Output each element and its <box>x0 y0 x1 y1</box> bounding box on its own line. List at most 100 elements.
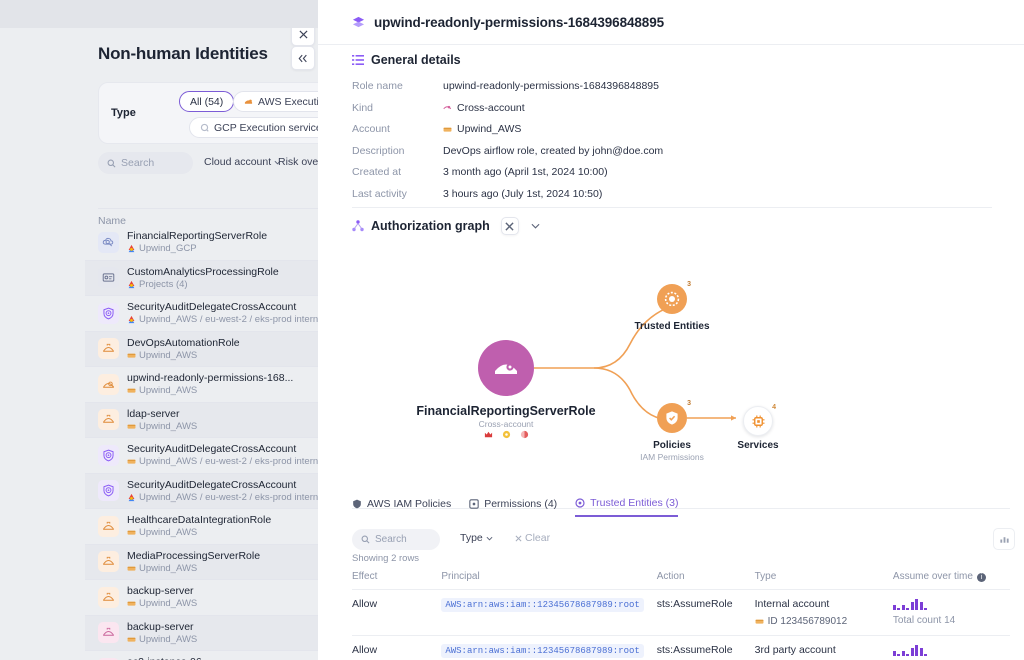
list-item-name: ec2-instance-06 <box>127 656 202 660</box>
search-input[interactable]: Search <box>98 152 193 174</box>
graph-policies-sub: IAM Permissions <box>602 452 742 462</box>
general-detail-key: Account <box>352 123 390 135</box>
panel-title: Non-human Identities <box>98 44 268 64</box>
list-item[interactable]: SecurityAuditDelegateCrossAccountUpwind_… <box>85 474 318 510</box>
spark-bar <box>915 645 918 656</box>
list-item[interactable]: FinancialReportingServerRoleUpwind_GCP <box>85 225 318 261</box>
list-item[interactable]: HealthcareDataIntegrationRoleUpwind_AWS <box>85 509 318 545</box>
list-item[interactable]: MediaProcessingServerRoleUpwind_AWS <box>85 545 318 581</box>
assume-sparkline <box>893 598 1010 610</box>
col-principal: Principal <box>441 567 656 590</box>
graph-services-label: Services <box>698 440 818 451</box>
cell-assume-over-time: Total count 14 <box>893 636 1010 660</box>
spark-bar <box>897 608 900 610</box>
tab-trusted-entities[interactable]: Trusted Entities (3) <box>575 497 678 517</box>
list-item-name: SecurityAuditDelegateCrossAccount <box>127 443 318 455</box>
authorization-graph-heading: Authorization graph <box>352 217 540 235</box>
list-item[interactable]: SecurityAuditDelegateCrossAccountUpwind_… <box>85 438 318 474</box>
general-detail-value: Upwind_AWS <box>443 123 521 135</box>
table-type-filter[interactable]: Type <box>460 532 493 544</box>
list-icon <box>352 54 364 66</box>
list-item-subtitle: Upwind_AWS / eu-west-2 / eks-prod intern <box>127 456 318 467</box>
list-item-subtitle: Upwind_AWS <box>127 350 240 361</box>
cloud-account-filter[interactable]: Cloud account <box>204 156 281 168</box>
graph-node-trusted-entities-count: 3 <box>687 281 691 288</box>
general-detail-value: DevOps airflow role, created by john@doe… <box>443 145 663 157</box>
warning-dot-icon <box>502 430 511 439</box>
list-item-subtitle: Upwind_AWS <box>127 563 260 574</box>
list-item[interactable]: SecurityAuditDelegateCrossAccountUpwind_… <box>85 296 318 332</box>
table-row[interactable]: AllowAWS:arn:aws:iam::12345678687989:roo… <box>352 636 1010 660</box>
collapse-button[interactable] <box>291 46 315 70</box>
principal-arn[interactable]: AWS:arn:aws:iam::12345678687989:root <box>441 598 643 612</box>
graph-trusted-entities-label: Trusted Entities <box>602 321 742 332</box>
search-placeholder: Search <box>121 157 154 169</box>
list-item[interactable]: CustomAnalyticsProcessingRoleProjects (4… <box>85 261 318 297</box>
general-detail-value: 3 hours ago (July 1st, 2024 10:50) <box>443 188 602 200</box>
tab-aws-iam-policies[interactable]: AWS IAM Policies <box>352 498 451 516</box>
hardhat-icon <box>98 409 119 430</box>
list-item[interactable]: DevOpsAutomationRoleUpwind_AWS <box>85 332 318 368</box>
aws-icon <box>127 528 136 537</box>
general-details-label: General details <box>371 53 461 67</box>
app-root: Non-human Identities Type All (54) AWS E… <box>0 0 1024 660</box>
table-showing-rows: Showing 2 rows <box>352 553 419 564</box>
spark-bar <box>893 651 896 656</box>
list-item-subtitle: Upwind_AWS <box>127 527 271 538</box>
hardhat-key-icon <box>98 374 119 395</box>
graph-node-services[interactable]: 4 <box>743 406 773 436</box>
list-item[interactable]: backup-serverUpwind_AWS <box>85 580 318 616</box>
table-row[interactable]: AllowAWS:arn:aws:iam::12345678687989:roo… <box>352 590 1010 636</box>
graph-node-policies[interactable]: 3 <box>657 403 687 433</box>
list-item[interactable]: ec2-instance-06Upwind_AWS <box>85 651 318 660</box>
shield-badge-icon <box>98 303 119 324</box>
principal-arn[interactable]: AWS:arn:aws:iam::12345678687989:root <box>441 644 643 658</box>
type-sub: ID 123456789012 <box>755 616 893 627</box>
filter-chip-all[interactable]: All (54) <box>179 91 234 112</box>
gear-check-icon <box>664 291 680 307</box>
general-detail-value: 3 month ago (April 1st, 2024 10:00) <box>443 166 608 178</box>
list-item-name: ldap-server <box>127 408 197 420</box>
info-icon[interactable]: i <box>977 573 986 582</box>
shield-icon <box>352 499 362 509</box>
table-export-button[interactable] <box>993 528 1015 550</box>
filter-chip-aws-execution-role[interactable]: AWS Execution role <box>233 91 318 112</box>
tab-permissions[interactable]: Permissions (4) <box>469 498 557 516</box>
graph-node-trusted-entities[interactable]: 3 <box>657 284 687 314</box>
risk-overview-filter[interactable]: Risk overview <box>278 156 318 168</box>
list-item-subtitle: Projects (4) <box>127 279 279 290</box>
cell-action: sts:AssumeRole <box>657 636 755 660</box>
general-detail-row: DescriptionDevOps airflow role, created … <box>352 145 972 161</box>
graph-main-node-label: FinancialReportingServerRole <box>371 404 641 418</box>
crown-icon <box>484 430 493 439</box>
hardhat-icon <box>98 516 119 537</box>
spark-bar <box>924 608 927 610</box>
list-item-name: MediaProcessingServerRole <box>127 550 260 562</box>
general-detail-value: upwind-readonly-permissions-168439684889… <box>443 80 659 92</box>
close-icon <box>299 30 308 39</box>
detail-tabs: AWS IAM Policies Permissions (4) Trusted… <box>352 497 678 517</box>
spark-bar <box>893 605 896 610</box>
expand-graph-button[interactable] <box>501 217 519 235</box>
cloud-account-label: Cloud account <box>204 156 271 168</box>
spark-bar <box>906 608 909 610</box>
list-item[interactable]: ldap-serverUpwind_AWS <box>85 403 318 439</box>
list-item[interactable]: upwind-readonly-permissions-168...Upwind… <box>85 367 318 403</box>
close-button[interactable] <box>291 28 315 46</box>
list-item[interactable]: backup-serverUpwind_AWS <box>85 616 318 652</box>
cell-principal[interactable]: AWS:arn:aws:iam::12345678687989:root <box>441 590 656 636</box>
table-clear-filters[interactable]: Clear <box>515 532 550 544</box>
authorization-graph-canvas: 3 3 4 FinancialReportingServerRole Cross… <box>318 248 1024 488</box>
authorization-graph-label: Authorization graph <box>371 219 490 233</box>
tab-trusted-entities-label: Trusted Entities (3) <box>590 497 678 509</box>
col-type: Type <box>755 567 893 590</box>
cell-principal[interactable]: AWS:arn:aws:iam::12345678687989:root <box>441 636 656 660</box>
spark-bar <box>911 602 914 610</box>
key-square-icon <box>469 499 479 509</box>
filter-chip-gcp-execution-service-account[interactable]: GCP Execution service account ( <box>189 117 318 138</box>
graph-collapse-toggle[interactable] <box>531 223 540 229</box>
aws-role-icon <box>244 97 253 106</box>
graph-node-main[interactable] <box>478 340 534 396</box>
graph-node-services-count: 4 <box>772 404 776 411</box>
table-search-input[interactable]: Search <box>352 529 440 550</box>
